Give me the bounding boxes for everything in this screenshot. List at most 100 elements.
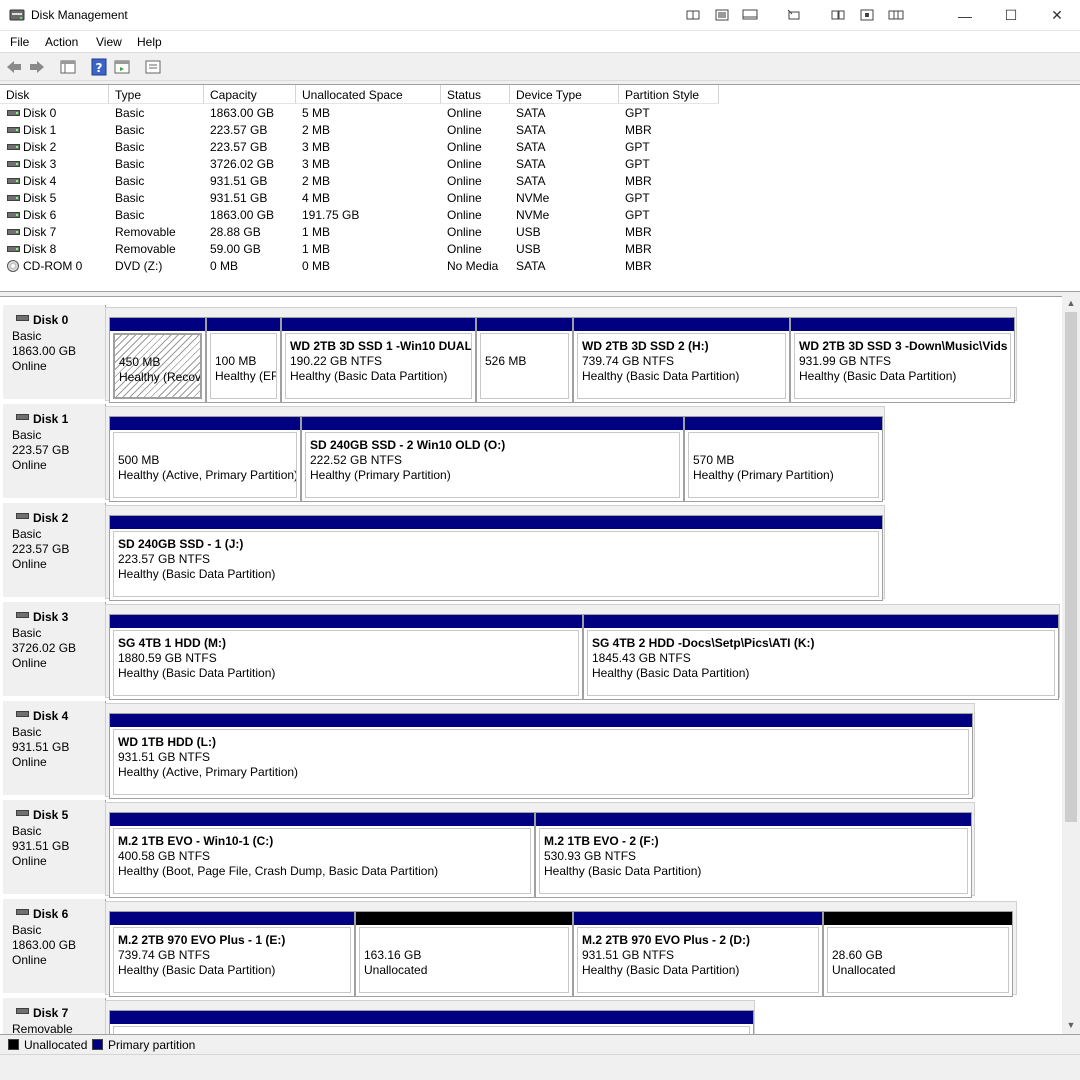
- partition-size: 1845.43 GB NTFS: [592, 651, 691, 665]
- cell-partition-style: MBR: [625, 242, 652, 256]
- cell-unallocated-space: 1 MB: [302, 225, 331, 239]
- scrollbar-thumb[interactable]: [1065, 312, 1077, 822]
- cell-disk: Disk 3: [23, 157, 57, 171]
- minimize-button[interactable]: —: [942, 0, 988, 31]
- cell-capacity: 1863.00 GB: [210, 208, 275, 222]
- title-bar: Disk Management — ☐ ✕: [0, 0, 1080, 31]
- partition-block[interactable]: SG 4TB 2 HDD -Docs\Setp\Pics\ATI (K:) 184…: [583, 614, 1059, 700]
- partition-block[interactable]: INSIDE (X:): [109, 1010, 754, 1034]
- back-arrow-icon[interactable]: [5, 58, 23, 76]
- column-header-unallocated-space[interactable]: Unallocated Space: [296, 85, 441, 104]
- close-button[interactable]: ✕: [1034, 0, 1080, 31]
- partition-map: SG 4TB 1 HDD (M:) 1880.59 GB NTFS Healthy …: [105, 604, 1060, 700]
- forward-arrow-icon[interactable]: [28, 58, 46, 76]
- disk-size: 3726.02 GB: [12, 641, 77, 655]
- partition-block[interactable]: M.2 1TB EVO - Win10-1 (C:) 400.58 GB NTFS…: [109, 812, 535, 898]
- partition-block[interactable]: 100 MBHealthy (EFI System Partition): [206, 317, 281, 403]
- cell-device-type: SATA: [516, 174, 546, 188]
- list-view-icon[interactable]: [144, 58, 162, 76]
- window-pane-icon: [860, 9, 874, 21]
- partition-color-bar: [110, 417, 300, 430]
- partition-block[interactable]: M.2 1TB EVO - 2 (F:) 530.93 GB NTFS Health…: [535, 812, 972, 898]
- partition-block[interactable]: 500 MB Healthy (Active, Primary Partition…: [109, 416, 301, 502]
- disk-size: 223.57 GB: [12, 443, 70, 457]
- partition-status: Unallocated: [364, 963, 428, 977]
- disk-icon: [16, 711, 29, 717]
- disk-name: Disk 4: [33, 709, 69, 723]
- unallocated-space-block[interactable]: 163.16 GB Unallocated: [355, 911, 573, 997]
- disk-icon: [7, 178, 20, 184]
- column-header-disk[interactable]: Disk: [0, 85, 109, 104]
- list-row[interactable]: Disk 2 Basic 223.57 GB 3 MB Online SATA GPT: [0, 139, 720, 156]
- properties-icon[interactable]: [113, 58, 131, 76]
- help-icon[interactable]: ?: [90, 58, 108, 76]
- disk-label[interactable]: Disk 6 Basic 1863.00 GB Online: [3, 899, 106, 993]
- cell-status: Online: [447, 208, 482, 222]
- partition-block[interactable]: SG 4TB 1 HDD (M:) 1880.59 GB NTFS Healthy …: [109, 614, 583, 700]
- partition-block[interactable]: WD 2TB 3D SSD 2 (H:) 739.74 GB NTFS Health…: [573, 317, 790, 403]
- column-header-capacity[interactable]: Capacity: [204, 85, 296, 104]
- partition-body: 450 MBHealthy (Recovery Partition): [113, 333, 202, 399]
- disk-icon: [7, 229, 20, 235]
- disk-label[interactable]: Disk 7 Removable: [3, 998, 106, 1034]
- partition-block[interactable]: WD 2TB 3D SSD 3 -Down\Music\Vids 931.99 G…: [790, 317, 1015, 403]
- partition-status: Healthy (Boot, Page File, Crash Dump, Ba…: [118, 864, 439, 878]
- disk-label[interactable]: Disk 0 Basic 1863.00 GB Online: [3, 305, 106, 399]
- disk-icon: [7, 127, 20, 133]
- partition-block[interactable]: WD 2TB 3D SSD 1 -Win10 DUAL 190.22 GB NTF…: [281, 317, 476, 403]
- disk-status: Online: [12, 854, 47, 868]
- partition-block[interactable]: M.2 2TB 970 EVO Plus - 2 (D:) 931.51 GB N…: [573, 911, 823, 997]
- disk-label[interactable]: Disk 3 Basic 3726.02 GB Online: [3, 602, 106, 696]
- list-row[interactable]: Disk 5 Basic 931.51 GB 4 MB Online NVMe GPT: [0, 190, 720, 207]
- scroll-down-icon[interactable]: ▼: [1066, 1020, 1076, 1030]
- disk-label[interactable]: Disk 5 Basic 931.51 GB Online: [3, 800, 106, 894]
- disk-type: Basic: [12, 725, 42, 739]
- partition-block[interactable]: M.2 2TB 970 EVO Plus - 1 (E:) 739.74 GB N…: [109, 911, 355, 997]
- partition-block[interactable]: WD 1TB HDD (L:) 931.51 GB NTFS Healthy (Ac…: [109, 713, 973, 799]
- list-row[interactable]: CD-ROM 0 DVD (Z:) 0 MB 0 MB No Media SATA MBR: [0, 258, 720, 275]
- maximize-button[interactable]: ☐: [988, 0, 1034, 31]
- cell-unallocated-space: 2 MB: [302, 174, 331, 188]
- list-row[interactable]: Disk 7 Removable 28.88 GB 1 MB Online USB MBR: [0, 224, 720, 241]
- column-header-status[interactable]: Status: [441, 85, 510, 104]
- partition-block[interactable]: 570 MB Healthy (Primary Partition): [684, 416, 883, 502]
- list-row[interactable]: Disk 1 Basic 223.57 GB 2 MB Online SATA MBR: [0, 122, 720, 139]
- cell-status: Online: [447, 123, 482, 137]
- cell-unallocated-space: 3 MB: [302, 140, 331, 154]
- list-row[interactable]: Disk 0 Basic 1863.00 GB 5 MB Online SATA GPT: [0, 105, 720, 122]
- partition-block[interactable]: SD 240GB SSD - 2 Win10 OLD (O:) 222.52 GB…: [301, 416, 684, 502]
- partition-block[interactable]: SD 240GB SSD - 1 (J:) 223.57 GB NTFS Healt…: [109, 515, 883, 601]
- partition-body: 163.16 GB Unallocated: [359, 927, 569, 993]
- disk-label[interactable]: Disk 4 Basic 931.51 GB Online: [3, 701, 106, 795]
- cell-unallocated-space: 2 MB: [302, 123, 331, 137]
- list-row[interactable]: Disk 3 Basic 3726.02 GB 3 MB Online SATA GPT: [0, 156, 720, 173]
- list-row[interactable]: Disk 4 Basic 931.51 GB 2 MB Online SATA MBR: [0, 173, 720, 190]
- column-header-type[interactable]: Type: [109, 85, 204, 104]
- show-hide-console-tree-icon[interactable]: [59, 58, 77, 76]
- menu-file[interactable]: File: [10, 35, 29, 49]
- scroll-up-icon[interactable]: ▲: [1066, 298, 1076, 308]
- column-header-device-type[interactable]: Device Type: [510, 85, 619, 104]
- cell-capacity: 28.88 GB: [210, 225, 261, 239]
- column-header-partition-style[interactable]: Partition Style: [619, 85, 719, 104]
- partition-color-bar: [356, 912, 572, 925]
- partition-block[interactable]: 450 MBHealthy (Recovery Partition): [109, 317, 206, 403]
- unallocated-space-block[interactable]: 28.60 GB Unallocated: [823, 911, 1013, 997]
- partition-map: M.2 1TB EVO - Win10-1 (C:) 400.58 GB NTFS…: [105, 802, 975, 898]
- cell-status: Online: [447, 191, 482, 205]
- vertical-scrollbar[interactable]: ▲ ▼: [1062, 296, 1080, 1034]
- disk-status: Online: [12, 359, 47, 373]
- disk-type: Basic: [12, 428, 42, 442]
- disk-icon: [16, 513, 29, 519]
- list-row[interactable]: Disk 8 Removable 59.00 GB 1 MB Online USB MBR: [0, 241, 720, 258]
- menu-action[interactable]: Action: [45, 35, 78, 49]
- disk-label[interactable]: Disk 1 Basic 223.57 GB Online: [3, 404, 106, 498]
- disk-label[interactable]: Disk 2 Basic 223.57 GB Online: [3, 503, 106, 597]
- menu-view[interactable]: View: [96, 35, 122, 49]
- list-row[interactable]: Disk 6 Basic 1863.00 GB 191.75 GB Online NVMe…: [0, 207, 720, 224]
- disk-name: Disk 3: [33, 610, 69, 624]
- partition-block[interactable]: 526 MB: [476, 317, 573, 403]
- partition-size: 222.52 GB NTFS: [310, 453, 403, 467]
- partition-name: SD 240GB SSD - 1 (J:): [118, 537, 244, 551]
- menu-help[interactable]: Help: [137, 35, 162, 49]
